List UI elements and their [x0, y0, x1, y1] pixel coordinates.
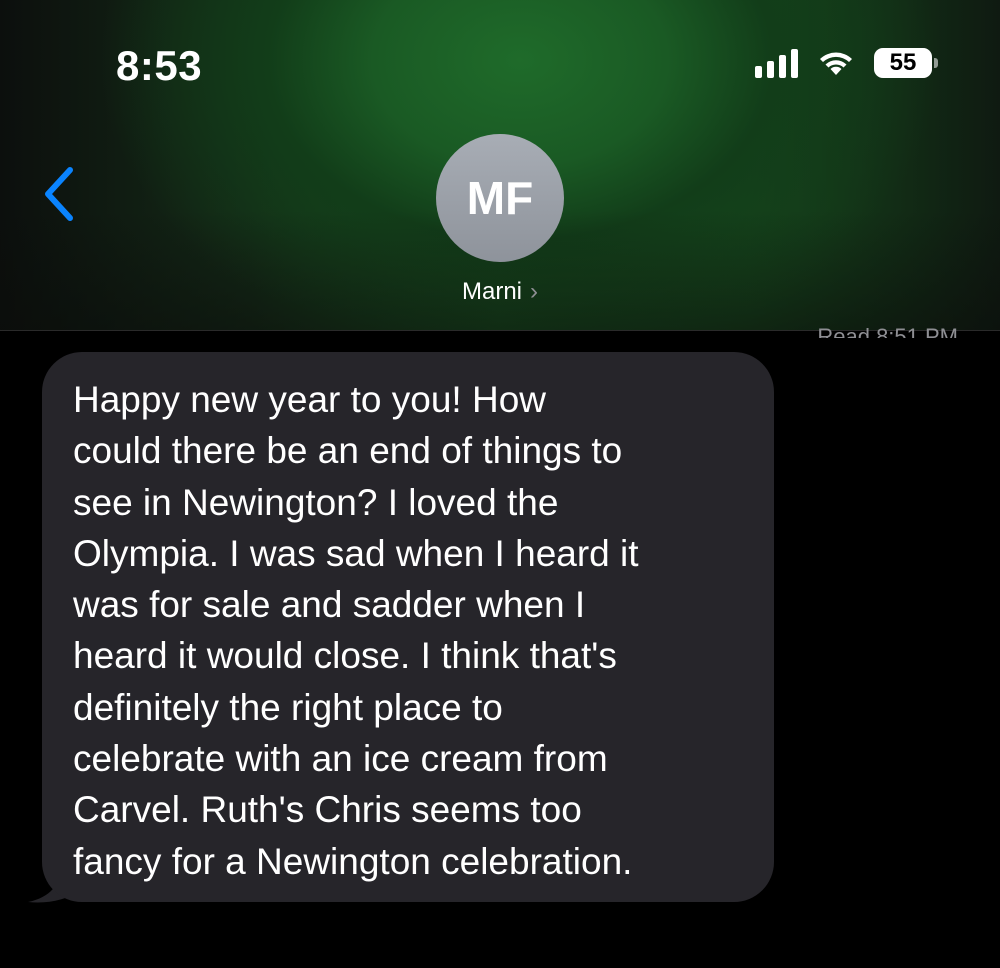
- chevron-right-icon: ›: [530, 278, 538, 305]
- avatar-initials: MF: [466, 172, 534, 224]
- messages-screen: 8:53 55 MF Marni › Read 8:51 PM Happy ne…: [0, 0, 1000, 968]
- contact-name: Marni: [461, 278, 522, 305]
- chevron-left-icon: [45, 167, 73, 221]
- contact-avatar[interactable]: MF: [436, 134, 564, 262]
- contact-name-button[interactable]: Marni ›: [0, 278, 1000, 306]
- status-icons: 55: [755, 48, 938, 78]
- read-receipt: Read 8:51 PM: [817, 324, 958, 338]
- battery-level: 55: [889, 49, 917, 76]
- status-time: 8:53: [116, 42, 203, 89]
- incoming-message-bubble[interactable]: Happy new year to you! How could there b…: [42, 352, 774, 902]
- battery-icon: 55: [874, 48, 938, 78]
- cellular-signal-icon: [755, 48, 798, 78]
- back-button[interactable]: [34, 162, 84, 226]
- conversation-header: 8:53 55 MF Marni ›: [0, 0, 1000, 331]
- wifi-icon: [820, 52, 852, 75]
